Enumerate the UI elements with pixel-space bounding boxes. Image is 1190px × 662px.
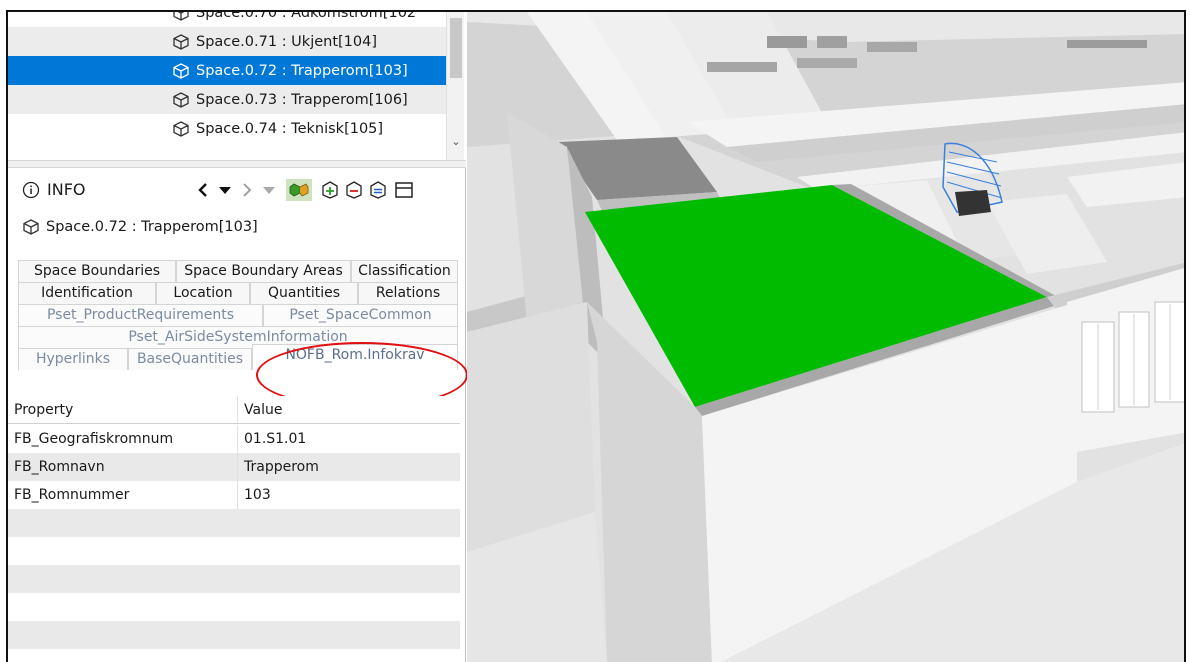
tree-item[interactable]: Space.0.70 : Adkomstrom[102 — [8, 12, 446, 27]
info-title: INFO — [22, 180, 85, 199]
property-name: FB_Geografiskromnum — [8, 425, 238, 453]
equal-icon[interactable] — [368, 179, 388, 201]
tree-item[interactable]: Space.0.74 : Teknisk[105] — [8, 114, 446, 143]
forward-arrow-icon[interactable] — [238, 179, 256, 201]
tree-item-label: Space.0.73 : Trapperom[106] — [196, 91, 408, 108]
table-header: Property Value — [8, 396, 460, 424]
tab-quantities[interactable]: Quantities — [250, 282, 358, 304]
empty-row — [8, 509, 460, 537]
empty-row — [8, 537, 460, 565]
empty-row — [8, 565, 460, 593]
tab-row: Space Boundaries Space Boundary Areas Cl… — [18, 260, 458, 282]
tab-relations[interactable]: Relations — [358, 282, 458, 304]
tree-item-label: Space.0.71 : Ukjent[104] — [196, 33, 378, 50]
info-icon — [22, 181, 40, 198]
tab-pset-product-requirements[interactable]: Pset_ProductRequirements — [18, 304, 263, 326]
cube-icon — [173, 91, 189, 108]
colored-cube-icon[interactable] — [286, 179, 312, 201]
tab-space-boundaries[interactable]: Space Boundaries — [18, 260, 176, 282]
table-row[interactable]: FB_Geografiskromnum 01.S1.01 — [8, 425, 460, 453]
space-tree: Space.0.70 : Adkomstrom[102 Space.0.71 :… — [8, 12, 466, 160]
tab-pset-space-common[interactable]: Pset_SpaceCommon — [263, 304, 458, 326]
tab-identification[interactable]: Identification — [18, 282, 156, 304]
3d-viewport[interactable] — [467, 12, 1186, 662]
dropdown-icon[interactable] — [260, 179, 278, 201]
empty-row — [8, 649, 460, 662]
property-name: FB_Romnavn — [8, 453, 238, 481]
tree-item-selected[interactable]: Space.0.72 : Trapperom[103] — [8, 56, 446, 85]
empty-row — [8, 593, 460, 621]
column-header-property[interactable]: Property — [8, 396, 238, 423]
cube-icon — [173, 62, 189, 79]
back-arrow-icon[interactable] — [194, 179, 212, 201]
dropdown-icon[interactable] — [216, 179, 234, 201]
property-value: 01.S1.01 — [244, 431, 307, 447]
tab-row: Pset_ProductRequirements Pset_SpaceCommo… — [18, 304, 458, 326]
info-toolbar: INFO — [8, 168, 466, 212]
panel-splitter[interactable] — [8, 160, 466, 168]
empty-row — [8, 621, 460, 649]
tab-classification[interactable]: Classification — [351, 260, 458, 282]
cube-icon — [173, 33, 189, 50]
table-row[interactable]: FB_Romnavn Trapperom — [8, 453, 460, 481]
tab-hyperlinks[interactable]: Hyperlinks — [18, 348, 128, 370]
chevron-down-icon[interactable]: ⌄ — [450, 136, 462, 148]
tree-scrollbar[interactable]: ⌄ — [446, 12, 464, 160]
cube-icon — [173, 120, 189, 137]
cube-icon — [23, 219, 39, 235]
property-value: 103 — [244, 487, 271, 503]
column-header-value[interactable]: Value — [238, 396, 460, 423]
selected-entity: Space.0.72 : Trapperom[103] — [22, 218, 258, 236]
tree-item-label: Space.0.74 : Teknisk[105] — [196, 120, 384, 137]
cube-icon — [173, 12, 189, 21]
table-row[interactable]: FB_Romnummer 103 — [8, 481, 460, 509]
tab-base-quantities[interactable]: BaseQuantities — [128, 348, 252, 370]
property-value: Trapperom — [244, 459, 319, 475]
left-panel: Space.0.70 : Adkomstrom[102 Space.0.71 :… — [8, 12, 468, 662]
app-window: Space.0.70 : Adkomstrom[102 Space.0.71 :… — [6, 10, 1186, 662]
tab-row: Hyperlinks BaseQuantities NOFB_Rom.Infok… — [18, 344, 458, 370]
property-name: FB_Romnummer — [8, 481, 238, 509]
tree-item-label: Space.0.70 : Adkomstrom[102 — [196, 12, 417, 21]
tree-item-label: Space.0.72 : Trapperom[103] — [196, 62, 408, 79]
scrollbar-thumb[interactable] — [450, 18, 462, 78]
add-icon[interactable] — [320, 179, 340, 201]
tab-location[interactable]: Location — [156, 282, 250, 304]
tree-item[interactable]: Space.0.71 : Ukjent[104] — [8, 27, 446, 56]
remove-icon[interactable] — [344, 179, 364, 201]
tab-nofb-rom-infokrav[interactable]: NOFB_Rom.Infokrav — [252, 344, 458, 370]
tab-row: Identification Location Quantities Relat… — [18, 282, 458, 304]
building-model-render[interactable] — [467, 12, 1186, 662]
panel-icon[interactable] — [394, 179, 414, 201]
tree-item[interactable]: Space.0.73 : Trapperom[106] — [8, 85, 446, 114]
tab-space-boundary-areas[interactable]: Space Boundary Areas — [176, 260, 351, 282]
